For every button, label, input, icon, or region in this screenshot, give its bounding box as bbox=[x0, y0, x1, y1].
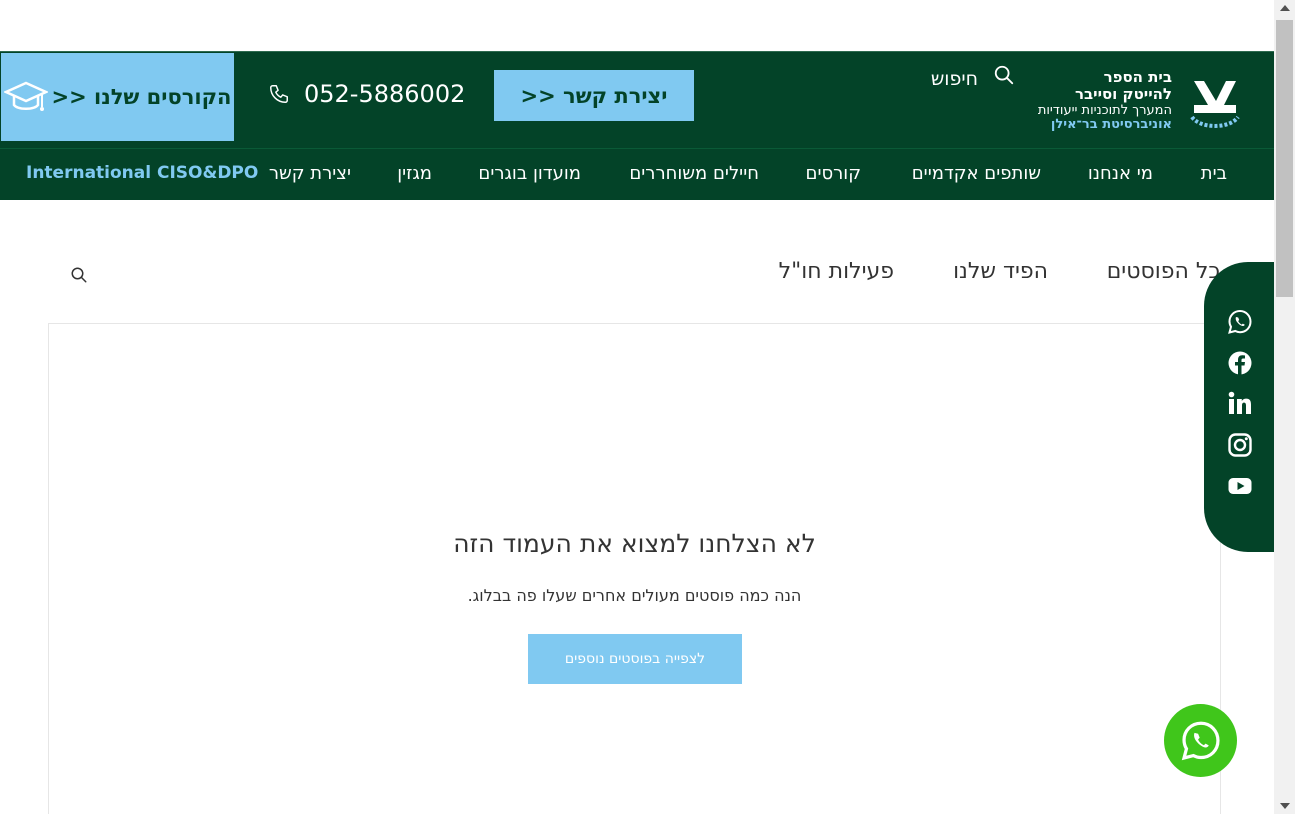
nav-item-courses[interactable]: קורסים bbox=[806, 163, 862, 184]
not-found-subtitle: הנה כמה פוסטים מעולים אחרים שעלו פה בבלו… bbox=[467, 586, 802, 605]
logo-emblem-icon bbox=[1190, 81, 1240, 129]
logo-line-3: המערך לתוכניות ייעודיות bbox=[1037, 102, 1172, 118]
search-icon bbox=[994, 65, 1014, 85]
scrollbar-thumb[interactable] bbox=[1276, 20, 1293, 297]
nav-item-contact[interactable]: יצירת קשר bbox=[269, 163, 351, 184]
nav-item-international[interactable]: International CISO&DPO bbox=[26, 163, 258, 183]
contact-button-label: יצירת קשר << bbox=[520, 83, 668, 108]
blog-search-icon[interactable] bbox=[70, 266, 88, 284]
logo-line-4: אוניברסיטת בר־אילן bbox=[1050, 117, 1172, 133]
nav-item-home[interactable]: בית bbox=[1201, 163, 1227, 184]
logo-line-2: להייטק וסייבר bbox=[1074, 85, 1172, 104]
scroll-down-arrow-icon[interactable] bbox=[1280, 803, 1290, 809]
phone-number: 052-5886002 bbox=[304, 80, 466, 108]
nav-item-alumni-club[interactable]: מועדון בוגרים bbox=[478, 163, 581, 184]
tab-all-posts[interactable]: כל הפוסטים bbox=[1107, 259, 1220, 284]
header-search[interactable]: חיפוש bbox=[790, 52, 1026, 112]
logo-text: בית הספר להייטק וסייבר המערך לתוכניות יי… bbox=[1037, 68, 1172, 133]
social-side-panel bbox=[1204, 262, 1274, 552]
contact-button[interactable]: יצירת קשר << bbox=[494, 70, 694, 121]
nav-item-discharged-soldiers[interactable]: חיילים משוחררים bbox=[629, 163, 759, 184]
more-posts-label: לצפייה בפוסטים נוספים bbox=[564, 651, 706, 667]
tab-our-feed[interactable]: הפיד שלנו bbox=[953, 259, 1048, 284]
instagram-icon[interactable] bbox=[1227, 432, 1253, 458]
whatsapp-icon[interactable] bbox=[1227, 309, 1253, 335]
whatsapp-icon bbox=[1181, 721, 1220, 760]
phone-icon bbox=[270, 85, 288, 103]
main-nav: בית מי אנחנו שותפים אקדמיים קורסים חיילי… bbox=[0, 148, 1274, 200]
nav-item-magazine[interactable]: מגזין bbox=[397, 163, 432, 184]
logo-line-1: בית הספר bbox=[1103, 68, 1172, 86]
scroll-up-arrow-icon[interactable] bbox=[1280, 5, 1290, 11]
whatsapp-chat-button[interactable] bbox=[1164, 704, 1237, 777]
linkedin-icon[interactable] bbox=[1227, 390, 1253, 416]
search-label: חיפוש bbox=[930, 68, 978, 90]
header-top-bar: הקורסים שלנו << 052-5886002 יצירת קשר <<… bbox=[0, 51, 1274, 148]
vertical-scrollbar[interactable] bbox=[1274, 0, 1295, 814]
facebook-icon[interactable] bbox=[1227, 350, 1253, 376]
page: הקורסים שלנו << 052-5886002 יצירת קשר <<… bbox=[0, 0, 1295, 814]
our-courses-button[interactable]: הקורסים שלנו << bbox=[1, 53, 234, 141]
nav-item-academic-partners[interactable]: שותפים אקדמיים bbox=[912, 163, 1041, 184]
youtube-icon[interactable] bbox=[1227, 473, 1253, 499]
not-found-panel: לא הצלחנו למצוא את העמוד הזה הנה כמה פוס… bbox=[48, 323, 1221, 814]
phone-contact[interactable]: 052-5886002 bbox=[268, 80, 465, 108]
nav-item-about[interactable]: מי אנחנו bbox=[1088, 163, 1153, 184]
not-found-title: לא הצלחנו למצוא את העמוד הזה bbox=[453, 529, 816, 558]
more-posts-button[interactable]: לצפייה בפוסטים נוספים bbox=[528, 634, 742, 684]
site-logo[interactable]: בית הספר להייטק וסייבר המערך לתוכניות יי… bbox=[1037, 68, 1244, 133]
our-courses-label: הקורסים שלנו << bbox=[51, 85, 232, 109]
graduation-cap-icon bbox=[3, 81, 48, 111]
tab-abroad-activity[interactable]: פעילות חו"ל bbox=[779, 259, 894, 284]
